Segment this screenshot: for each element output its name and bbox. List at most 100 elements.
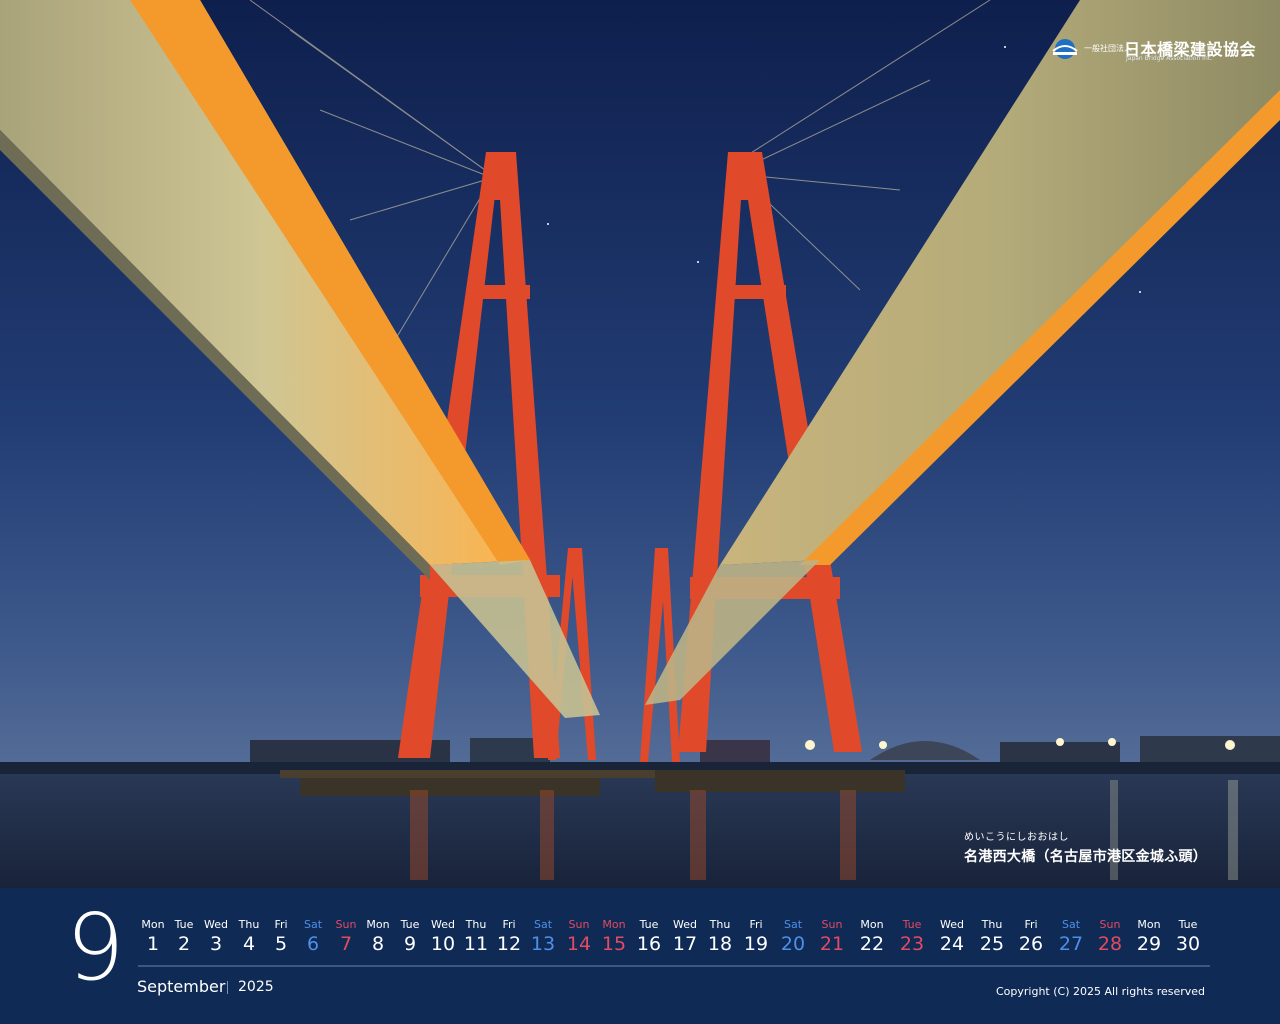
calendar-day: Sat 20 [775,918,811,956]
day-of-week: Tue [902,918,922,931]
calendar-strip: 9 Mon 1 Tue 2 Wed 3 Thu 4 Fri 5 Sat 6 Sun 7 Mon 8 Tue 9 We… [0,888,1280,1024]
calendar-day: Thu 18 [702,918,738,956]
day-number: 10 [430,933,456,955]
day-number: 17 [672,933,698,955]
day-number: 8 [371,933,385,955]
day-number: 24 [939,933,965,955]
day-number: 29 [1136,933,1162,955]
day-of-week: Tue [639,918,659,931]
day-of-week: Wed [940,918,964,931]
calendar-day: Mon 15 [596,918,632,956]
calendar-day: Fri 26 [1013,918,1049,956]
bridge-photo [0,0,1280,888]
day-number: 6 [306,933,320,955]
calendar-day: Tue 9 [392,918,428,956]
day-of-week: Fri [749,918,763,931]
calendar-day: Sun 14 [561,918,597,956]
day-of-week: Sun [335,918,357,931]
photo-caption: めいこうにしおおはし 名港西大橋（名古屋市港区金城ふ頭） [964,828,1207,866]
day-of-week: Sat [1061,918,1081,931]
day-of-week: Sat [783,918,803,931]
month-number: 9 [66,894,125,1001]
day-of-week: Thu [238,918,260,931]
day-number: 30 [1175,933,1201,955]
calendar-day: Mon 8 [360,918,396,956]
day-of-week: Sun [568,918,590,931]
day-of-week: Sat [303,918,323,931]
calendar-day: Sat 13 [525,918,561,956]
day-number: 5 [274,933,288,955]
calendar-day: Thu 25 [974,918,1010,956]
day-number: 2 [177,933,191,955]
day-number: 27 [1058,933,1084,955]
day-number: 15 [601,933,627,955]
calendar-day: Sun 7 [328,918,364,956]
day-of-week: Wed [673,918,697,931]
calendar-day: Sun 28 [1092,918,1128,956]
day-of-week: Sat [533,918,553,931]
day-of-week: Tue [400,918,420,931]
day-number: 19 [743,933,769,955]
day-number: 21 [819,933,845,955]
day-number: 12 [496,933,522,955]
logo-english-name: Japan Bridge Association Inc. [1126,55,1213,62]
day-number: 26 [1018,933,1044,955]
calendar-day: Thu 11 [458,918,494,956]
calendar-day: Wed 17 [667,918,703,956]
day-number: 25 [979,933,1005,955]
day-number: 16 [636,933,662,955]
day-number: 3 [209,933,223,955]
caption-ruby: めいこうにしおおはし [964,832,1069,843]
calendar-day: Fri 19 [738,918,774,956]
day-number: 11 [463,933,489,955]
day-of-week: Mon [366,918,390,931]
year: 2025 [238,979,274,995]
calendar-day: Sat 6 [295,918,331,956]
day-of-week: Mon [1137,918,1161,931]
day-of-week: Fri [502,918,516,931]
day-of-week: Fri [274,918,288,931]
calendar-day: Mon 22 [854,918,890,956]
day-of-week: Sun [1099,918,1121,931]
day-of-week: Tue [1178,918,1198,931]
day-of-week: Sun [821,918,843,931]
day-number: 4 [242,933,256,955]
month-name: September [137,977,226,996]
day-of-week: Wed [204,918,228,931]
copyright-text: Copyright (C) 2025 All rights reserved [996,985,1206,998]
day-of-week: Wed [431,918,455,931]
caption-title: 名港西大橋（名古屋市港区金城ふ頭） [964,849,1208,865]
day-number: 23 [899,933,925,955]
bridge-logo-icon [1052,39,1078,59]
month-year-separator [227,981,228,994]
day-of-week: Fri [1024,918,1038,931]
day-of-week: Tue [174,918,194,931]
day-number: 28 [1097,933,1123,955]
calendar-day: Sun 21 [814,918,850,956]
day-number: 22 [859,933,885,955]
calendar-day: Wed 3 [198,918,234,956]
calendar-day: Thu 4 [231,918,267,956]
day-of-week: Thu [981,918,1003,931]
calendar-day: Wed 24 [934,918,970,956]
calendar-day: Tue 30 [1170,918,1206,956]
day-of-week: Thu [465,918,487,931]
day-number: 14 [566,933,592,955]
day-number: 18 [707,933,733,955]
day-of-week: Mon [602,918,626,931]
day-number: 20 [780,933,806,955]
calendar-day: Fri 12 [491,918,527,956]
calendar-day: Sat 27 [1053,918,1089,956]
calendar-day: Wed 10 [425,918,461,956]
calendar-divider [138,965,1210,967]
day-of-week: Mon [860,918,884,931]
day-number: 13 [530,933,556,955]
day-number: 7 [339,933,353,955]
day-of-week: Thu [709,918,731,931]
calendar-day: Fri 5 [263,918,299,956]
association-logo: 一般社団法人 日本橋梁建設協会 Japan Bridge Association… [1050,36,1256,66]
day-number: 9 [403,933,417,955]
calendar-day: Tue 23 [894,918,930,956]
calendar-day: Tue 16 [631,918,667,956]
calendar-day: Mon 29 [1131,918,1167,956]
